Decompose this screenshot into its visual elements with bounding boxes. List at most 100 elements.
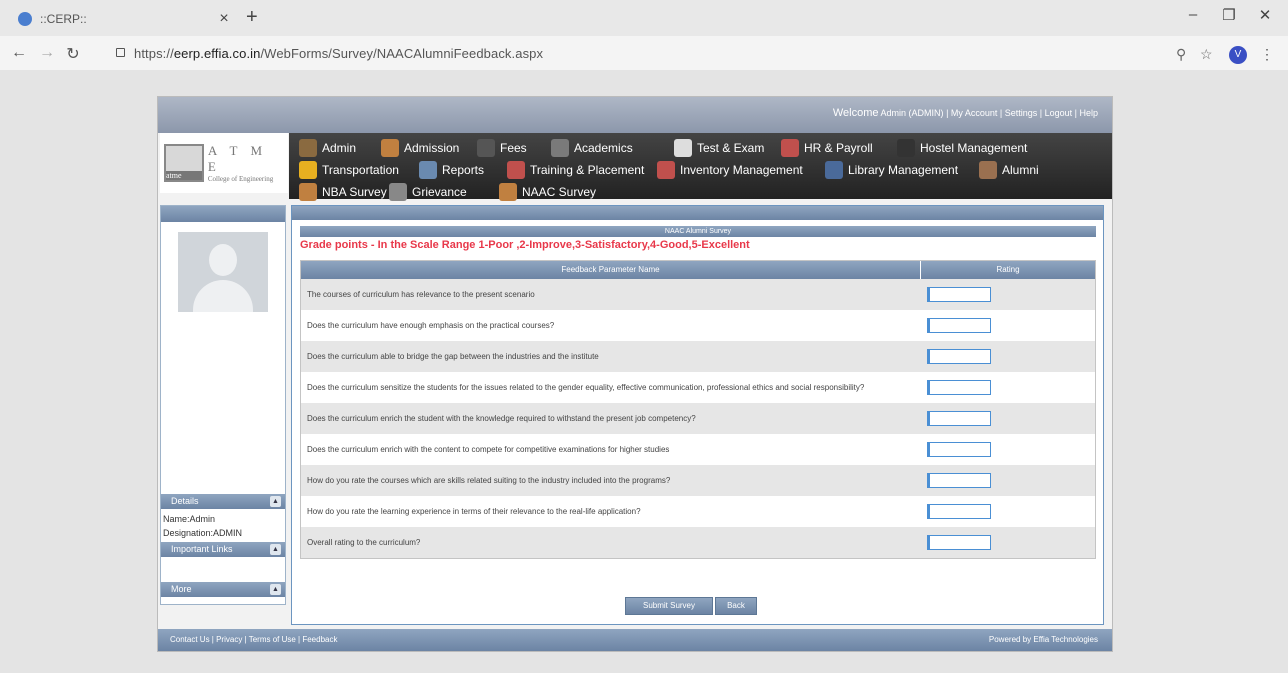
rating-input[interactable] [927,349,991,364]
footer-links[interactable]: Contact Us | Privacy | Terms of Use | Fe… [170,635,337,644]
people-icon [781,139,799,157]
menu-item-label: Transportation [322,163,399,177]
browser-tab[interactable]: ::CERP:: × [8,4,234,34]
menu-item-label: Admission [404,141,460,155]
rating-cell [921,349,1095,364]
table-row: Overall rating to the curriculum? [301,527,1095,558]
menu-item-label: Academics [574,141,633,155]
rating-input[interactable] [927,411,991,426]
rating-cell [921,442,1095,457]
sidebar-header [161,206,285,222]
menu-item[interactable]: Hostel Management [897,137,1027,159]
rating-cell [921,411,1095,426]
rating-input[interactable] [927,287,991,302]
collapse-icon[interactable]: ▲ [270,584,281,595]
close-tab-icon[interactable]: × [214,10,234,28]
rupee-icon [477,139,495,157]
menu-item[interactable]: NAAC Survey [499,181,596,203]
important-links-header[interactable]: Important Links ▲ [161,542,285,557]
menu-item-label: Test & Exam [697,141,765,155]
avatar-body-shape [193,280,253,312]
menu-item[interactable]: Reports [419,159,484,181]
details-panel-header[interactable]: Details ▲ [161,494,285,509]
menu-item[interactable]: Fees [477,137,527,159]
menu-item-label: NAAC Survey [522,185,597,199]
menu-item[interactable]: Admin [299,137,356,159]
table-row: How do you rate the learning experience … [301,496,1095,527]
menu-item[interactable]: Inventory Management [657,159,803,181]
table-row: How do you rate the courses which are sk… [301,465,1095,496]
menu-item[interactable]: HR & Payroll [781,137,873,159]
submit-survey-button[interactable]: Submit Survey [625,597,713,615]
header-links[interactable]: | My Account | Settings | Logout | Help [944,108,1098,118]
hostel-icon [897,139,915,157]
zoom-icon[interactable]: ⚲ [1176,46,1186,63]
new-tab-button[interactable]: + [246,6,258,29]
url-field[interactable]: https://eerp.effia.co.in/WebForms/Survey… [134,46,543,61]
rating-input[interactable] [927,535,991,550]
college-logo[interactable]: atme A T M E College of Engineering [160,133,288,193]
rating-cell [921,318,1095,333]
window-close-icon[interactable]: ✕ [1250,6,1280,24]
nba-survey-icon [299,183,317,201]
table-row: Does the curriculum have enough emphasis… [301,310,1095,341]
forward-arrow-icon[interactable]: → [36,44,58,62]
rating-input[interactable] [927,442,991,457]
top-strip: Welcome Admin (ADMIN) | My Account | Set… [158,97,1112,133]
menu-item-label: Reports [442,163,485,177]
welcome-user: Admin (ADMIN) [880,108,944,118]
rating-input[interactable] [927,380,991,395]
minimize-icon[interactable]: – [1178,6,1208,23]
rating-cell [921,380,1095,395]
grade-points-note: Grade points - In the Scale Range 1-Poor… [300,239,750,251]
url-path: /WebForms/Survey/NAACAlumniFeedback.aspx [260,46,544,61]
table-row: Does the curriculum enrich with the cont… [301,434,1095,465]
question-text: Does the curriculum enrich the student w… [307,413,696,423]
tab-title: ::CERP:: [40,12,87,26]
menu-item[interactable]: Library Management [825,159,958,181]
rating-input[interactable] [927,504,991,519]
menu-item[interactable]: Grievance [389,181,467,203]
collapse-icon[interactable]: ▲ [270,496,281,507]
rating-input[interactable] [927,318,991,333]
collapse-icon[interactable]: ▲ [270,544,281,555]
favicon-icon [18,12,32,26]
admission-icon [381,139,399,157]
rating-cell [921,535,1095,550]
menu-item-label: Training & Placement [530,163,645,177]
menu-item[interactable]: Admission [381,137,459,159]
more-panel-header[interactable]: More ▲ [161,582,285,597]
menu-item[interactable]: Academics [551,137,633,159]
rating-cell [921,287,1095,302]
menu-item[interactable]: Transportation [299,159,399,181]
alumni-icon [979,161,997,179]
menu-item[interactable]: Test & Exam [674,137,764,159]
menu-item-label: Library Management [848,163,959,177]
question-text: How do you rate the courses which are sk… [307,475,671,485]
naac-survey-icon [499,183,517,201]
page-container: Welcome Admin (ADMIN) | My Account | Set… [157,96,1113,652]
sidebar: Details ▲ Name:Admin Designation:ADMIN I… [160,205,286,605]
grievance-icon [389,183,407,201]
bookmark-star-icon[interactable]: ☆ [1200,46,1213,63]
library-icon [825,161,843,179]
profile-avatar[interactable]: V [1229,46,1247,64]
question-text: Does the curriculum enrich with the cont… [307,444,670,454]
rating-input[interactable] [927,473,991,488]
back-arrow-icon[interactable]: ← [8,44,30,62]
browser-tab-bar: ::CERP:: × + – ❐ ✕ [0,0,1288,36]
menu-kebab-icon[interactable]: ⋮ [1260,46,1274,63]
rating-cell [921,504,1095,519]
address-bar: ← → ↻ https://eerp.effia.co.in/WebForms/… [0,36,1288,70]
menu-item[interactable]: Training & Placement [507,159,644,181]
logo-subtitle: College of Engineering [207,175,274,183]
url-host: eerp.effia.co.in [173,46,261,61]
welcome-bar: Welcome Admin (ADMIN) | My Account | Set… [833,107,1098,119]
menu-item[interactable]: NBA Survey [299,181,387,203]
survey-panel: NAAC Alumni Survey Grade points - In the… [291,205,1104,625]
feedback-table: Feedback Parameter Name Rating The cours… [300,260,1096,559]
reload-icon[interactable]: ↻ [62,44,84,64]
back-button[interactable]: Back [715,597,757,615]
menu-item[interactable]: Alumni [979,159,1039,181]
restore-icon[interactable]: ❐ [1214,6,1244,24]
